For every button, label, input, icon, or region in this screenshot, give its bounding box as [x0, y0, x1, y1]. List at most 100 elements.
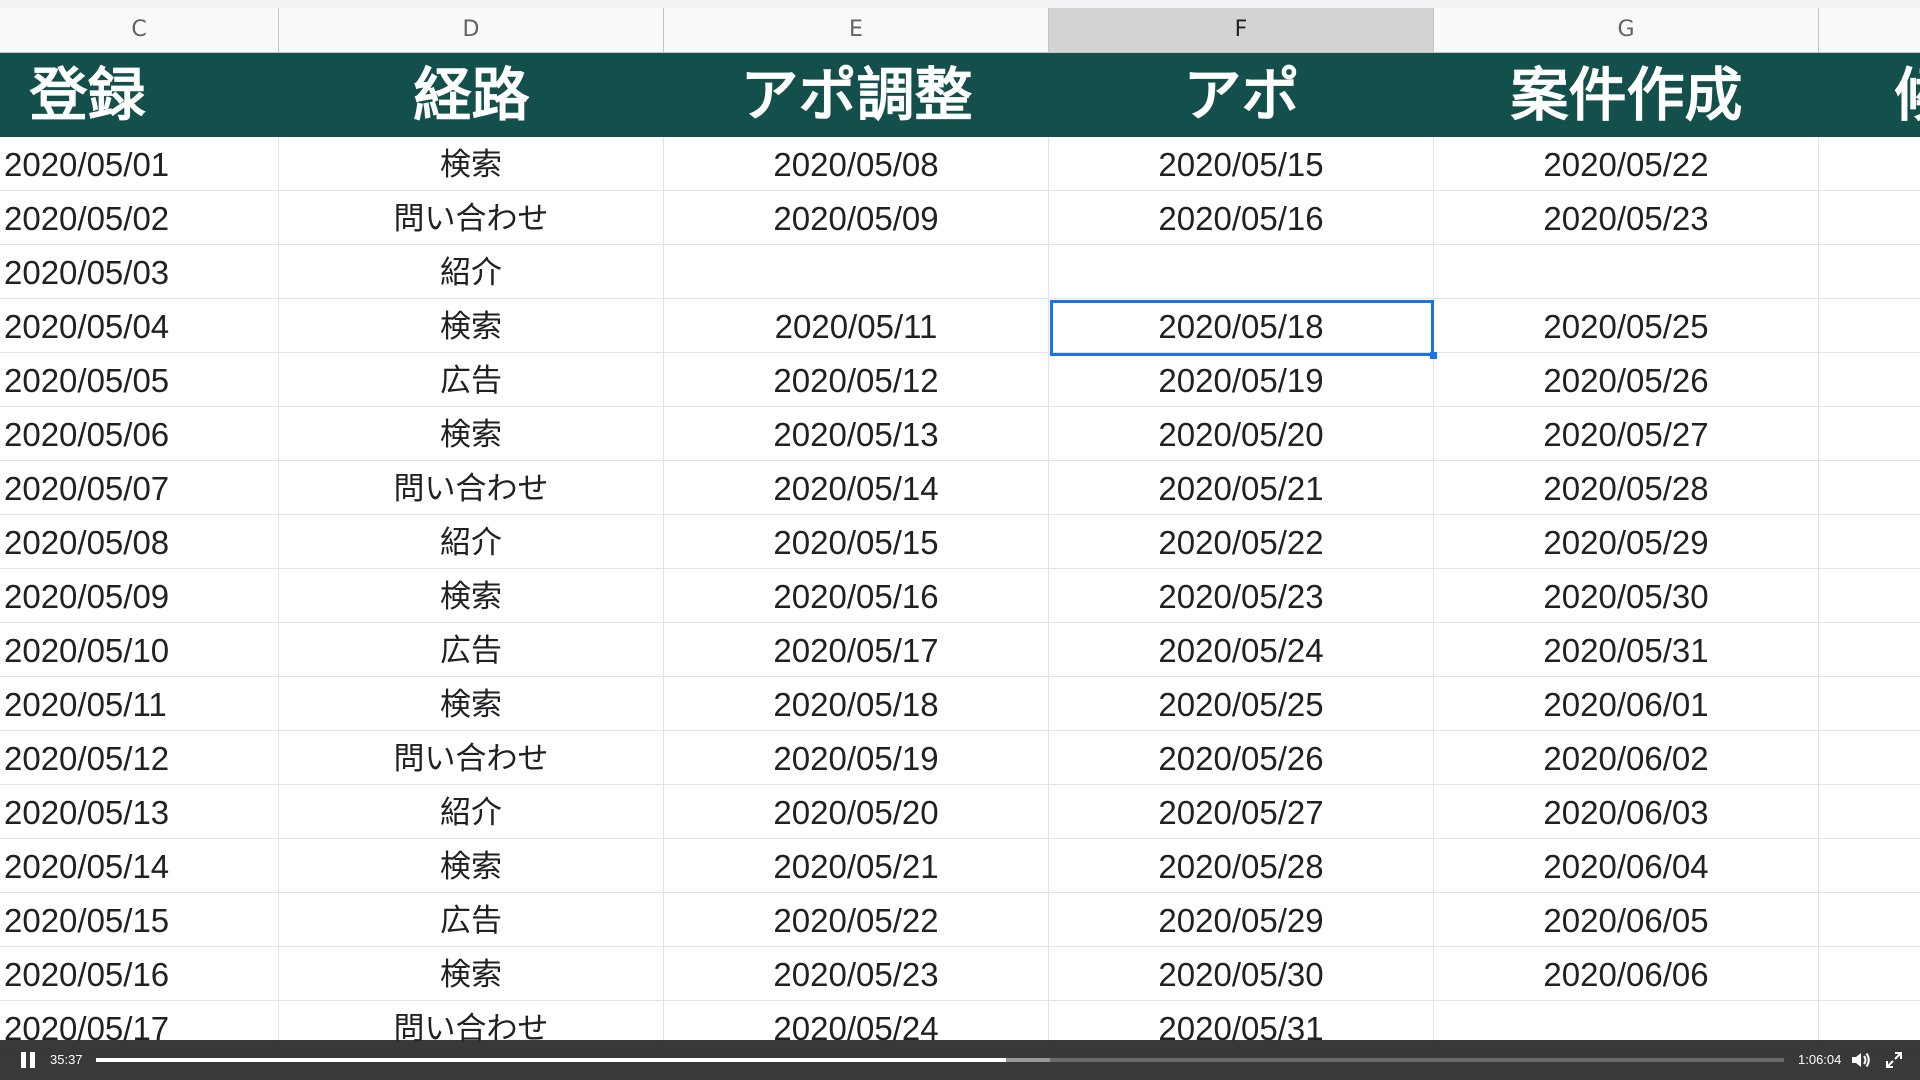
cell-c[interactable]: 2020/05/16: [0, 947, 279, 1001]
cell-c[interactable]: 2020/05/10: [0, 623, 279, 677]
cell-g[interactable]: 2020/05/31: [1434, 623, 1819, 677]
cell-h[interactable]: [1819, 461, 1920, 515]
cell-d[interactable]: 広告: [279, 623, 664, 677]
pause-button[interactable]: [18, 1050, 38, 1070]
cell-e[interactable]: 2020/05/13: [664, 407, 1049, 461]
cell-d[interactable]: 問い合わせ: [279, 461, 664, 515]
volume-button[interactable]: [1850, 1050, 1872, 1070]
cell-g[interactable]: 2020/05/25: [1434, 299, 1819, 353]
header-cell-appointment[interactable]: アポ: [1049, 53, 1434, 137]
cell-g[interactable]: 2020/05/30: [1434, 569, 1819, 623]
cell-e[interactable]: 2020/05/09: [664, 191, 1049, 245]
cell-h[interactable]: [1819, 515, 1920, 569]
cell-c[interactable]: 2020/05/01: [0, 137, 279, 191]
cell-c[interactable]: 2020/05/15: [0, 893, 279, 947]
cell-f[interactable]: 2020/05/23: [1049, 569, 1434, 623]
cell-f[interactable]: 2020/05/30: [1049, 947, 1434, 1001]
cell-f[interactable]: [1049, 245, 1434, 299]
cell-f[interactable]: 2020/05/26: [1049, 731, 1434, 785]
cell-g[interactable]: 2020/06/03: [1434, 785, 1819, 839]
cell-c[interactable]: 2020/05/02: [0, 191, 279, 245]
cell-e[interactable]: 2020/05/15: [664, 515, 1049, 569]
cell-h[interactable]: [1819, 839, 1920, 893]
header-cell-case-creation[interactable]: 案件作成: [1434, 53, 1819, 137]
cell-e[interactable]: 2020/05/11: [664, 299, 1049, 353]
cell-h[interactable]: [1819, 191, 1920, 245]
cell-c[interactable]: 2020/05/03: [0, 245, 279, 299]
cell-d[interactable]: 検索: [279, 299, 664, 353]
fullscreen-button[interactable]: [1884, 1050, 1904, 1070]
cell-f[interactable]: 2020/05/29: [1049, 893, 1434, 947]
cell-f[interactable]: 2020/05/24: [1049, 623, 1434, 677]
cell-e[interactable]: 2020/05/16: [664, 569, 1049, 623]
cell-f[interactable]: 2020/05/22: [1049, 515, 1434, 569]
cell-g[interactable]: 2020/05/27: [1434, 407, 1819, 461]
header-cell-appointment-arrangement[interactable]: アポ調整: [664, 53, 1049, 137]
header-cell-truncated[interactable]: 候: [1880, 53, 1920, 137]
cell-d[interactable]: 広告: [279, 353, 664, 407]
cell-f[interactable]: 2020/05/19: [1049, 353, 1434, 407]
cell-h[interactable]: [1819, 353, 1920, 407]
cell-h[interactable]: [1819, 677, 1920, 731]
cell-h[interactable]: [1819, 623, 1920, 677]
cell-h[interactable]: [1819, 893, 1920, 947]
column-letter-c[interactable]: C: [0, 8, 279, 52]
cell-d[interactable]: 問い合わせ: [279, 191, 664, 245]
cell-g[interactable]: 2020/06/06: [1434, 947, 1819, 1001]
header-cell-registration[interactable]: 登録: [0, 53, 175, 137]
cell-f[interactable]: 2020/05/20: [1049, 407, 1434, 461]
cell-f[interactable]: 2020/05/16: [1049, 191, 1434, 245]
cell-c[interactable]: 2020/05/11: [0, 677, 279, 731]
cell-f[interactable]: 2020/05/15: [1049, 137, 1434, 191]
cell-d[interactable]: 問い合わせ: [279, 731, 664, 785]
cell-h[interactable]: [1819, 245, 1920, 299]
cell-e[interactable]: 2020/05/22: [664, 893, 1049, 947]
cell-c[interactable]: 2020/05/04: [0, 299, 279, 353]
cell-d[interactable]: 紹介: [279, 785, 664, 839]
header-cell-route[interactable]: 経路: [279, 53, 664, 137]
cell-g[interactable]: 2020/05/26: [1434, 353, 1819, 407]
cell-f[interactable]: 2020/05/28: [1049, 839, 1434, 893]
cell-e[interactable]: 2020/05/14: [664, 461, 1049, 515]
cell-h[interactable]: [1819, 137, 1920, 191]
cell-f[interactable]: 2020/05/21: [1049, 461, 1434, 515]
cell-h[interactable]: [1819, 947, 1920, 1001]
cell-e[interactable]: 2020/05/18: [664, 677, 1049, 731]
cell-c[interactable]: 2020/05/09: [0, 569, 279, 623]
cell-e[interactable]: 2020/05/12: [664, 353, 1049, 407]
cell-d[interactable]: 検索: [279, 677, 664, 731]
column-letter-e[interactable]: E: [664, 8, 1049, 52]
cell-d[interactable]: 広告: [279, 893, 664, 947]
cell-e[interactable]: 2020/05/19: [664, 731, 1049, 785]
cell-f[interactable]: 2020/05/27: [1049, 785, 1434, 839]
cell-e[interactable]: 2020/05/08: [664, 137, 1049, 191]
cell-c[interactable]: 2020/05/12: [0, 731, 279, 785]
cell-d[interactable]: 検索: [279, 947, 664, 1001]
progress-bar[interactable]: [96, 1058, 1784, 1062]
cell-d[interactable]: 検索: [279, 839, 664, 893]
cell-g[interactable]: 2020/06/02: [1434, 731, 1819, 785]
cell-h[interactable]: [1819, 407, 1920, 461]
cell-e[interactable]: [664, 245, 1049, 299]
cell-c[interactable]: 2020/05/07: [0, 461, 279, 515]
cell-c[interactable]: 2020/05/08: [0, 515, 279, 569]
cell-d[interactable]: 検索: [279, 569, 664, 623]
cell-g[interactable]: 2020/05/28: [1434, 461, 1819, 515]
cell-f[interactable]: 2020/05/25: [1049, 677, 1434, 731]
cell-h[interactable]: [1819, 785, 1920, 839]
cell-d[interactable]: 検索: [279, 407, 664, 461]
cell-c[interactable]: 2020/05/05: [0, 353, 279, 407]
cell-c[interactable]: 2020/05/06: [0, 407, 279, 461]
cell-g[interactable]: 2020/05/29: [1434, 515, 1819, 569]
cell-e[interactable]: 2020/05/23: [664, 947, 1049, 1001]
cell-d[interactable]: 検索: [279, 137, 664, 191]
cell-c[interactable]: 2020/05/14: [0, 839, 279, 893]
cell-d[interactable]: 紹介: [279, 515, 664, 569]
cell-e[interactable]: 2020/05/17: [664, 623, 1049, 677]
column-letter-d[interactable]: D: [279, 8, 664, 52]
cell-d[interactable]: 紹介: [279, 245, 664, 299]
cell-h[interactable]: [1819, 569, 1920, 623]
column-letter-g[interactable]: G: [1434, 8, 1819, 52]
column-letter-h[interactable]: [1819, 8, 1920, 52]
cell-g[interactable]: 2020/06/05: [1434, 893, 1819, 947]
